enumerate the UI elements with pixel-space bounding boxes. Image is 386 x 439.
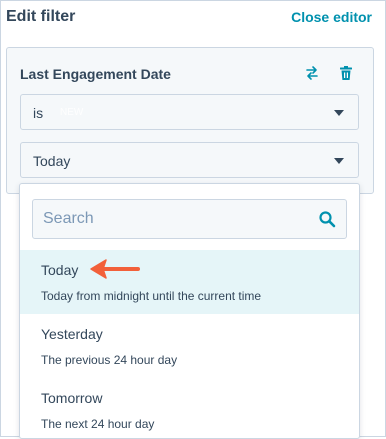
option-yesterday[interactable]: Yesterday The previous 24 hour day	[20, 314, 359, 378]
caret-down-icon	[334, 110, 344, 116]
option-label: Yesterday	[41, 326, 103, 342]
operator-select[interactable]: is NEW	[20, 94, 359, 130]
date-range-value: Today	[33, 153, 71, 169]
date-range-select[interactable]: Today	[20, 142, 359, 178]
option-description: The next 24 hour day	[41, 417, 155, 431]
option-tomorrow[interactable]: Tomorrow The next 24 hour day	[20, 378, 359, 438]
close-editor-link[interactable]: Close editor	[291, 9, 372, 25]
filter-card: Last Engagement Date is NEW Today	[6, 47, 374, 194]
arrow-pointer-icon	[90, 259, 140, 279]
filter-property-name: Last Engagement Date	[20, 66, 171, 82]
option-description: The previous 24 hour day	[41, 353, 178, 367]
option-today[interactable]: Today Today from midnight until the curr…	[20, 250, 359, 314]
caret-down-icon	[334, 158, 344, 164]
panel-header: Edit filter Close editor	[0, 0, 386, 36]
search-box	[32, 199, 347, 239]
panel-title: Edit filter	[6, 8, 76, 25]
swap-icon[interactable]	[303, 64, 321, 82]
search-icon[interactable]	[318, 210, 336, 228]
date-options-dropdown: Today Today from midnight until the curr…	[19, 183, 360, 439]
option-label: Today	[41, 262, 79, 278]
option-description: Today from midnight until the current ti…	[41, 289, 262, 303]
search-input[interactable]	[33, 200, 313, 238]
new-badge: NEW	[60, 107, 84, 118]
option-label: Tomorrow	[41, 390, 103, 406]
trash-icon[interactable]	[337, 64, 355, 82]
operator-value: is	[33, 105, 44, 121]
